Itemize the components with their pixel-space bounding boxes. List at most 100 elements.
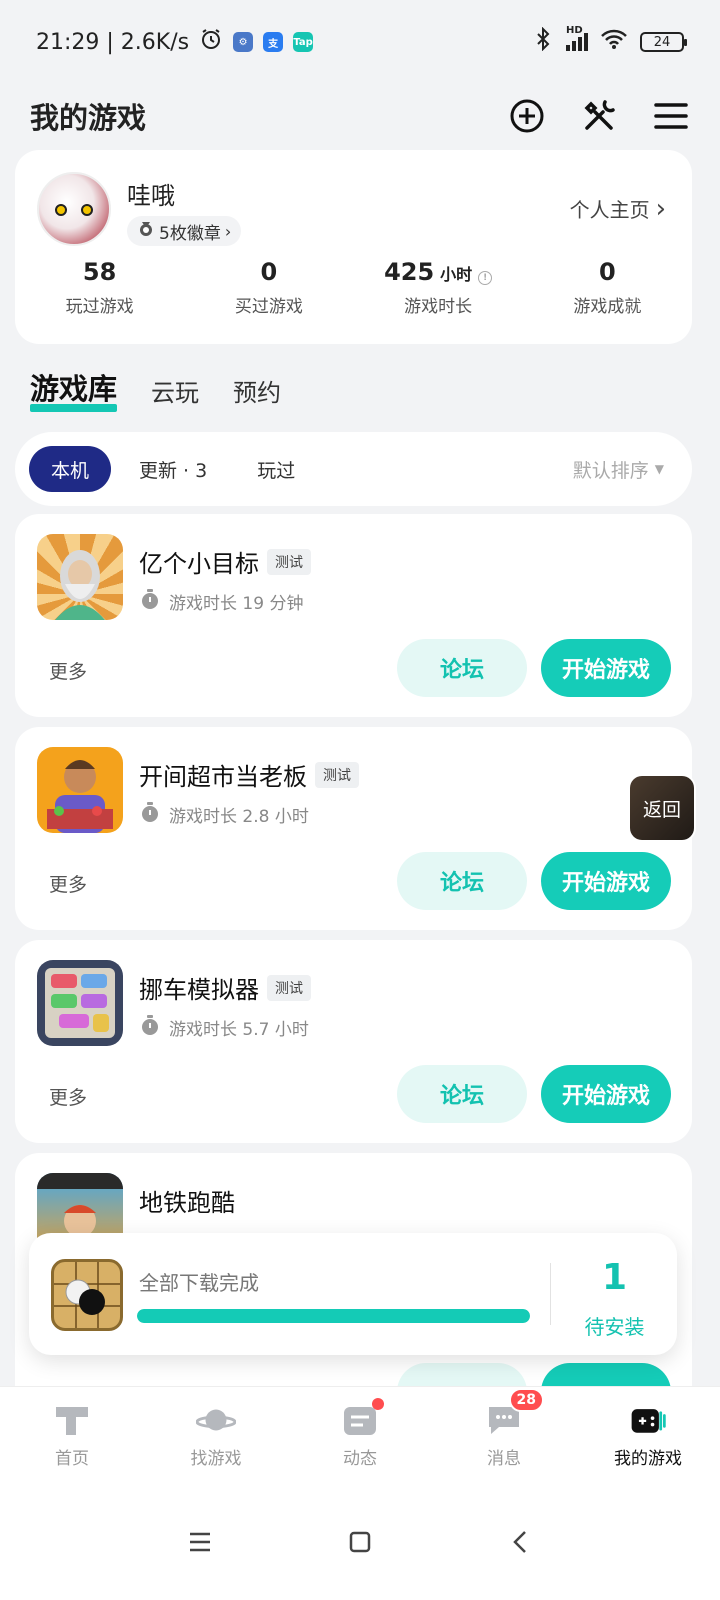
info-icon[interactable]: ! (478, 271, 493, 285)
filter-bar: 本机 更新 · 3 玩过 默认排序 ▼ (15, 432, 692, 506)
download-panel[interactable]: 全部下载完成 1 待安装 (29, 1233, 677, 1355)
test-tag: 测试 (315, 761, 359, 788)
game-title: 地铁跑酷 (139, 1183, 235, 1218)
nav-messages[interactable]: 28 消息 (432, 1387, 576, 1484)
download-progress-bar (137, 1309, 530, 1323)
nav-my-games[interactable]: 我的游戏 (576, 1387, 720, 1484)
game-name: 开间超市当老板 (139, 763, 307, 791)
more-button[interactable]: 更多 (49, 1083, 87, 1110)
tab-reservations[interactable]: 预约 (233, 373, 281, 416)
nav-label: 消息 (487, 1449, 521, 1469)
message-count-badge: 28 (508, 1388, 544, 1412)
battery-icon: 24 (640, 32, 687, 52)
pending-install-label: 待安装 (584, 1315, 645, 1339)
game-card[interactable]: 亿个小目标 测试 游戏时长 19 分钟 更多 论坛 开始游戏 (15, 514, 692, 717)
status-bar: 21:29 | 2.6K/s ⚙ 支 Tap HD 24 (0, 0, 720, 84)
stat-value: 425 (384, 258, 435, 286)
stopwatch-icon (139, 588, 161, 615)
sort-label: 默认排序 (572, 459, 649, 482)
nav-home[interactable]: 首页 (0, 1387, 144, 1484)
stat-label: 游戏成就 (573, 297, 642, 317)
page-title: 我的游戏 (30, 101, 147, 135)
forum-button[interactable]: 论坛 (397, 639, 527, 697)
notification-dot (372, 1398, 384, 1410)
game-name: 地铁跑酷 (139, 1189, 235, 1217)
download-progress-fill (137, 1309, 530, 1323)
battery-level: 24 (653, 34, 671, 50)
download-game-icon (51, 1259, 123, 1331)
stat-unit: 小时 (440, 265, 473, 284)
library-tabs: 游戏库 云玩 预约 (30, 366, 281, 416)
tab-library[interactable]: 游戏库 (30, 366, 118, 416)
game-title: 挪车模拟器 测试 (139, 970, 311, 1005)
nav-label: 首页 (55, 1449, 89, 1469)
recents-icon[interactable] (180, 1522, 220, 1562)
game-name: 亿个小目标 (139, 550, 259, 578)
start-game-button[interactable]: 开始游戏 (541, 1065, 671, 1123)
home-square-icon[interactable] (340, 1522, 380, 1562)
more-button[interactable]: 更多 (49, 657, 87, 684)
game-playtime: 游戏时长 5.7 小时 (139, 1014, 309, 1041)
caret-down-icon: ▼ (654, 462, 664, 476)
sort-dropdown[interactable]: 默认排序 ▼ (573, 456, 678, 483)
download-status: 全部下载完成 (139, 1271, 259, 1295)
avatar[interactable] (37, 172, 111, 246)
chevron-right-icon: › (224, 221, 232, 241)
divider (550, 1263, 551, 1325)
forum-button[interactable]: 论坛 (397, 852, 527, 910)
tab-cloud[interactable]: 云玩 (151, 373, 199, 416)
planet-icon (196, 1402, 236, 1438)
back-floating-button[interactable]: 返回 (630, 776, 694, 840)
game-card[interactable]: 挪车模拟器 测试 游戏时长 5.7 小时 更多 论坛 开始游戏 (15, 940, 692, 1143)
stopwatch-icon (139, 1014, 161, 1041)
message-icon: 28 (484, 1388, 544, 1438)
game-card[interactable]: 开间超市当老板 测试 游戏时长 2.8 小时 更多 论坛 开始游戏 (15, 727, 692, 930)
pending-install-count: 1 (601, 1257, 628, 1298)
start-game-button[interactable]: 开始游戏 (541, 852, 671, 910)
username: 哇哦 (127, 182, 175, 210)
game-icon[interactable] (37, 960, 123, 1046)
nav-feed[interactable]: 动态 (288, 1387, 432, 1484)
app-notification-icon: ⚙ (233, 32, 254, 52)
game-name: 挪车模拟器 (139, 976, 259, 1004)
stat-played[interactable]: 58 玩过游戏 (15, 258, 184, 317)
more-button[interactable]: 更多 (49, 870, 87, 897)
system-navigation (0, 1484, 720, 1600)
nav-label: 我的游戏 (614, 1449, 682, 1469)
wifi-icon (600, 28, 628, 56)
playtime-text: 游戏时长 5.7 小时 (169, 1020, 309, 1040)
nav-label: 找游戏 (190, 1449, 242, 1469)
nav-label: 动态 (343, 1449, 377, 1469)
bottom-nav: 首页 找游戏 动态 28 消息 我的游戏 (0, 1386, 720, 1484)
tools-icon[interactable] (580, 97, 618, 135)
game-icon[interactable] (37, 534, 123, 620)
game-playtime: 游戏时长 2.8 小时 (139, 801, 309, 828)
homepage-label: 个人主页 (569, 198, 650, 222)
badge-count: 5枚徽章 (159, 223, 221, 244)
add-circle-icon[interactable] (508, 97, 546, 135)
nav-discover[interactable]: 找游戏 (144, 1387, 288, 1484)
status-time: 21:29 | 2.6K/s (36, 29, 190, 55)
stat-achievements[interactable]: 0 游戏成就 (523, 258, 692, 317)
game-icon[interactable] (37, 747, 123, 833)
start-game-button[interactable]: 开始游戏 (541, 639, 671, 697)
stat-value: 0 (599, 258, 616, 286)
forum-button[interactable]: 论坛 (397, 1065, 527, 1123)
filter-local[interactable]: 本机 (29, 446, 112, 492)
menu-icon[interactable] (652, 97, 690, 135)
stat-playtime[interactable]: 425 小时 ! 游戏时长 (354, 258, 523, 317)
alarm-icon (199, 27, 223, 57)
back-arrow-icon[interactable] (500, 1522, 540, 1562)
homepage-link[interactable]: 个人主页 › (570, 194, 666, 223)
stat-value: 58 (82, 258, 117, 286)
filter-played[interactable]: 玩过 (235, 446, 317, 492)
page-header: 我的游戏 (0, 84, 720, 148)
game-title: 亿个小目标 测试 (139, 544, 311, 579)
filter-updates[interactable]: 更新 · 3 (117, 446, 229, 492)
stat-bought[interactable]: 0 买过游戏 (184, 258, 353, 317)
medal-icon (137, 220, 155, 243)
badge-pill[interactable]: 5枚徽章 › (127, 216, 242, 246)
stat-label: 玩过游戏 (65, 297, 134, 317)
game-title: 开间超市当老板 测试 (139, 757, 359, 792)
game-playtime: 游戏时长 19 分钟 (139, 588, 303, 615)
